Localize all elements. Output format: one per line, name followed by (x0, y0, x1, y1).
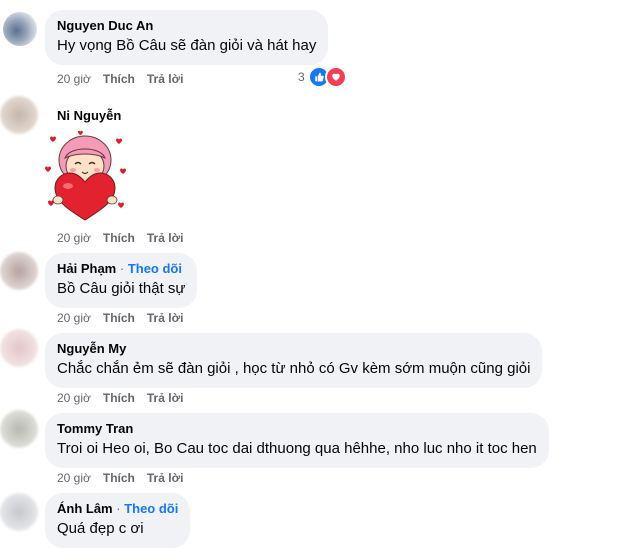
avatar[interactable] (0, 252, 38, 290)
comment-actions: 20 giờ Thích Trả lời (57, 471, 195, 485)
comment-author[interactable]: Tommy Tran (57, 421, 537, 437)
comment-actions: 20 giờ Thích Trả lời (57, 72, 195, 86)
comment-time[interactable]: 20 giờ (57, 231, 91, 245)
comment-time[interactable]: 20 giờ (57, 471, 91, 485)
avatar[interactable] (0, 410, 38, 448)
comment-author[interactable]: Hải Phạm (57, 261, 116, 276)
comment-actions: 20 giờ Thích Trả lời (57, 391, 195, 405)
follow-button[interactable]: Theo dõi (128, 261, 182, 276)
follow-button[interactable]: Theo dõi (124, 501, 178, 516)
comment-text: Quá đẹp c ơi (57, 520, 144, 537)
reply-button[interactable]: Trả lời (147, 471, 184, 485)
comment-bubble: Hải Phạm · Theo dõi Bồ Câu giỏi thật sự (45, 253, 198, 308)
comment-text: Chắc chắn ẻm sẽ đàn giỏi , học từ nhỏ có… (57, 360, 531, 377)
comment-author-line: Hải Phạm · Theo dõi (57, 261, 185, 277)
reply-button[interactable]: Trả lời (147, 231, 184, 245)
comment-text: Bồ Câu giỏi thật sự (57, 280, 186, 297)
avatar[interactable] (3, 12, 37, 46)
like-button[interactable]: Thích (103, 311, 135, 325)
comment-text: Troi oi Heo oi, Bo Cau toc dai dthuong q… (57, 440, 537, 457)
heart-girl-sticker[interactable] (44, 130, 126, 222)
comment-author[interactable]: Nguyễn My (57, 341, 530, 357)
comment-actions: 20 giờ Thích Trả lời (57, 231, 195, 245)
comment-text: Hy vọng Bồ Câu sẽ đàn giỏi và hát hay (57, 37, 317, 54)
comment-bubble: Nguyen Duc An Hy vọng Bồ Câu sẽ đàn giỏi… (45, 10, 329, 65)
comment-author[interactable]: Nguyen Duc An (57, 18, 316, 34)
comment-actions: 20 giờ Thích Trả lời (57, 311, 195, 325)
separator-dot: · (112, 501, 125, 516)
comment-bubble: Nguyễn My Chắc chắn ẻm sẽ đàn giỏi , học… (45, 333, 543, 388)
avatar[interactable] (0, 96, 38, 134)
reply-button[interactable]: Trả lời (147, 391, 184, 405)
like-button[interactable]: Thích (103, 471, 135, 485)
reaction-summary[interactable]: 3 (298, 66, 347, 88)
like-button[interactable]: Thích (103, 231, 135, 245)
avatar[interactable] (0, 493, 38, 531)
comment-author[interactable]: Ánh Lâm (57, 501, 113, 516)
comment-bubble: Tommy Tran Troi oi Heo oi, Bo Cau toc da… (45, 413, 549, 468)
like-button[interactable]: Thích (103, 391, 135, 405)
avatar[interactable] (0, 329, 38, 367)
comment-bubble: Ánh Lâm · Theo dõi Quá đẹp c ơi (45, 493, 191, 548)
comment-time[interactable]: 20 giờ (57, 391, 91, 405)
love-icon (324, 66, 347, 88)
comment-time[interactable]: 20 giờ (57, 72, 91, 86)
reply-button[interactable]: Trả lời (147, 72, 184, 86)
reaction-count: 3 (298, 70, 305, 84)
separator-dot: · (116, 261, 128, 276)
comment-time[interactable]: 20 giờ (57, 311, 91, 325)
like-button[interactable]: Thích (103, 72, 135, 86)
comment-author-line: Ánh Lâm · Theo dõi (57, 501, 178, 517)
reply-button[interactable]: Trả lời (147, 311, 184, 325)
comment-author[interactable]: Ni Nguyễn (57, 108, 121, 123)
